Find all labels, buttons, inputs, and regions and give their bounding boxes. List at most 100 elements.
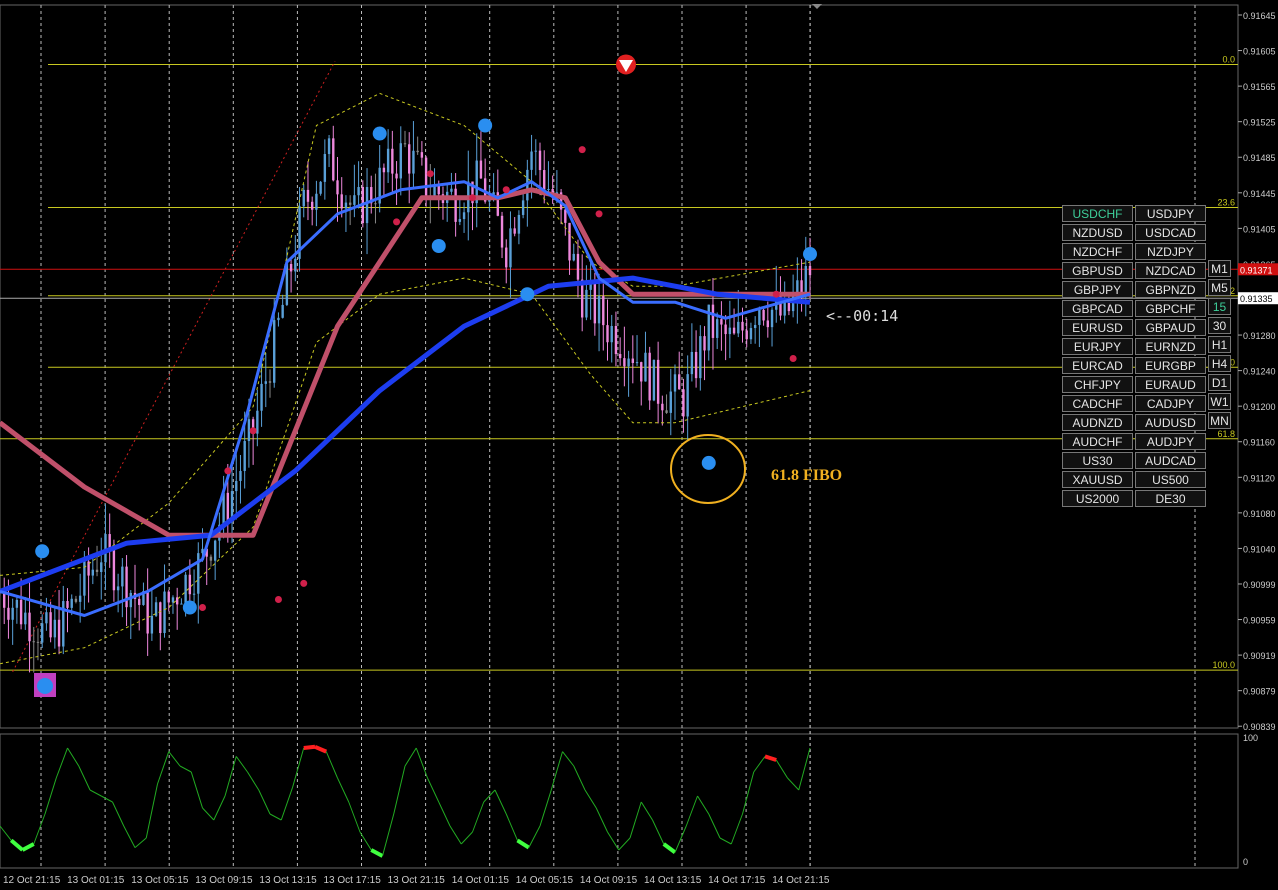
symbol-button-eurnzd[interactable]: EURNZD bbox=[1135, 338, 1206, 355]
candle-body bbox=[382, 167, 386, 173]
candle-body bbox=[669, 391, 672, 413]
timeframe-button-m1[interactable]: M1 bbox=[1208, 260, 1231, 277]
symbol-button-cadchf[interactable]: CADCHF bbox=[1062, 395, 1133, 412]
signal-red-dot bbox=[469, 194, 476, 202]
price-tick-label: 0.91445 bbox=[1243, 189, 1276, 199]
candle-body bbox=[243, 441, 246, 471]
candle-body bbox=[568, 222, 571, 261]
candle-body bbox=[458, 219, 462, 222]
candle-body bbox=[121, 566, 124, 587]
ma-slow-line bbox=[0, 275, 811, 594]
signal-blue-dot bbox=[35, 544, 50, 559]
candle-body bbox=[213, 540, 217, 561]
symbol-button-us2000[interactable]: US2000 bbox=[1062, 490, 1133, 507]
timeframe-button-d1[interactable]: D1 bbox=[1208, 374, 1231, 391]
signal-red-dot bbox=[595, 210, 603, 218]
price-tick-label: 0.91605 bbox=[1243, 47, 1276, 57]
candle-body bbox=[711, 304, 715, 338]
oscillator-segment bbox=[685, 795, 698, 827]
symbol-button-nzdusd[interactable]: NZDUSD bbox=[1062, 224, 1133, 241]
symbol-button-eurgbp[interactable]: EURGBP bbox=[1135, 357, 1206, 374]
symbol-button-audjpy[interactable]: AUDJPY bbox=[1135, 433, 1206, 450]
oscillator-segment bbox=[370, 848, 384, 858]
candle-body bbox=[40, 623, 44, 643]
signal-red-dot bbox=[578, 146, 586, 154]
symbol-button-chfjpy[interactable]: CHFJPY bbox=[1062, 376, 1133, 393]
symbol-button-eurcad[interactable]: EURCAD bbox=[1062, 357, 1133, 374]
timeframe-button-15[interactable]: 15 bbox=[1208, 298, 1231, 315]
timeframe-button-mn[interactable]: MN bbox=[1208, 412, 1231, 429]
candle-body bbox=[66, 601, 69, 608]
oscillator-segment bbox=[112, 801, 125, 827]
candle-body bbox=[348, 202, 352, 205]
candle-body bbox=[753, 324, 757, 329]
oscillator-segment bbox=[697, 795, 710, 815]
symbol-button-usdjpy[interactable]: USDJPY bbox=[1135, 205, 1206, 222]
symbol-button-gbpchf[interactable]: GBPCHF bbox=[1135, 300, 1206, 317]
oscillator-segment bbox=[89, 789, 102, 797]
symbol-button-nzdchf[interactable]: NZDCHF bbox=[1062, 243, 1133, 260]
symbol-button-usdcad[interactable]: USDCAD bbox=[1135, 224, 1206, 241]
symbol-button-eurjpy[interactable]: EURJPY bbox=[1062, 338, 1133, 355]
symbol-button-audchf[interactable]: AUDCHF bbox=[1062, 433, 1133, 450]
symbol-button-us500[interactable]: US500 bbox=[1135, 471, 1206, 488]
oscillator-segment bbox=[662, 842, 677, 855]
symbol-button-cadjpy[interactable]: CADJPY bbox=[1135, 395, 1206, 412]
oscillator-segment bbox=[78, 765, 91, 791]
symbol-button-gbpusd[interactable]: GBPUSD bbox=[1062, 262, 1133, 279]
candle-body bbox=[724, 324, 727, 335]
symbol-button-gbpjpy[interactable]: GBPJPY bbox=[1062, 281, 1133, 298]
signal-red-dot bbox=[789, 354, 797, 362]
oscillator-segment bbox=[21, 842, 35, 852]
symbol-button-nzdjpy[interactable]: NZDJPY bbox=[1135, 243, 1206, 260]
candle-body bbox=[703, 336, 706, 351]
symbol-button-eurusd[interactable]: EURUSD bbox=[1062, 319, 1133, 336]
price-tick-label: 0.91405 bbox=[1243, 224, 1276, 234]
candle-body bbox=[509, 228, 512, 268]
symbol-button-nzdcad[interactable]: NZDCAD bbox=[1135, 262, 1206, 279]
timeframe-button-h4[interactable]: H4 bbox=[1208, 355, 1231, 372]
signal-blue-dot bbox=[701, 455, 716, 470]
fibo-trendline bbox=[12, 60, 336, 673]
symbol-button-euraud[interactable]: EURAUD bbox=[1135, 376, 1206, 393]
symbol-button-usdchf[interactable]: USDCHF bbox=[1062, 205, 1133, 222]
candle-body bbox=[652, 359, 656, 401]
symbol-button-xauusd[interactable]: XAUUSD bbox=[1062, 471, 1133, 488]
time-label: 13 Oct 01:15 bbox=[67, 875, 125, 886]
candle-body bbox=[15, 599, 19, 608]
oscillator-segment bbox=[798, 747, 811, 791]
candle-body bbox=[192, 593, 196, 595]
oscillator-segment bbox=[168, 751, 181, 767]
symbol-button-audusd[interactable]: AUDUSD bbox=[1135, 414, 1206, 431]
price-tick-label: 0.90919 bbox=[1243, 651, 1276, 661]
candle-body bbox=[538, 150, 542, 171]
symbol-button-audcad[interactable]: AUDCAD bbox=[1135, 452, 1206, 469]
signal-red-dot bbox=[502, 186, 510, 194]
symbol-button-gbpcad[interactable]: GBPCAD bbox=[1062, 300, 1133, 317]
timeframe-button-h1[interactable]: H1 bbox=[1208, 336, 1231, 353]
timeframe-button-m5[interactable]: M5 bbox=[1208, 279, 1231, 296]
timeframe-button-w1[interactable]: W1 bbox=[1208, 393, 1231, 410]
oscillator-segment bbox=[9, 838, 24, 852]
price-tick-label: 0.90959 bbox=[1243, 616, 1276, 626]
candle-body bbox=[715, 319, 719, 338]
candle-body bbox=[593, 282, 597, 324]
symbol-button-audnzd[interactable]: AUDNZD bbox=[1062, 414, 1133, 431]
oscillator-segment bbox=[314, 744, 328, 754]
signal-blue-dot bbox=[520, 287, 535, 302]
oscillator-segment bbox=[539, 789, 552, 827]
symbol-button-us30[interactable]: US30 bbox=[1062, 452, 1133, 469]
time-label: 14 Oct 13:15 bbox=[644, 875, 702, 886]
candle-body bbox=[656, 359, 660, 404]
candle-body bbox=[804, 265, 807, 294]
symbol-button-gbpnzd[interactable]: GBPNZD bbox=[1135, 281, 1206, 298]
candle-body bbox=[749, 328, 753, 340]
candle-body bbox=[78, 595, 82, 602]
symbol-button-gbpaud[interactable]: GBPAUD bbox=[1135, 319, 1206, 336]
candle-body bbox=[36, 641, 40, 643]
symbol-button-de30[interactable]: DE30 bbox=[1135, 490, 1206, 507]
signal-red-dot bbox=[274, 595, 282, 603]
oscillator-segment bbox=[303, 744, 316, 750]
timeframe-button-30[interactable]: 30 bbox=[1208, 317, 1231, 334]
candle-body bbox=[631, 358, 635, 363]
